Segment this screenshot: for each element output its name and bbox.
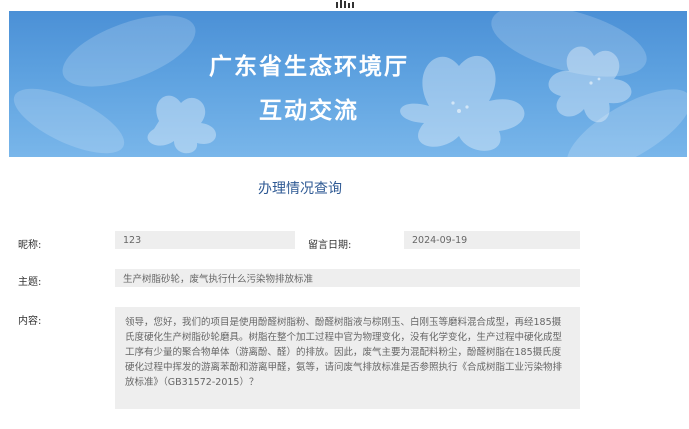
subject-label: 主题: xyxy=(18,277,42,288)
content-field: 领导，您好，我们的项目是使用酚醛树脂粉、酚醛树脂液与棕刚玉、白刚玉等磨料混合成型… xyxy=(115,307,580,409)
banner-title: 广东省生态环境厅 xyxy=(209,54,409,80)
lily-flower-icon xyxy=(13,11,687,157)
date-label: 留言日期: xyxy=(308,240,352,251)
banner-subtitle: 互动交流 xyxy=(259,98,359,124)
site-logo-icon xyxy=(336,0,354,8)
page-banner: 广东省生态环境厅 互动交流 xyxy=(9,11,687,157)
page-title: 办理情况查询 xyxy=(258,181,342,197)
subject-field: 生产树脂砂轮，废气执行什么污染物排放标准 xyxy=(115,269,580,287)
nickname-field: 123 xyxy=(115,231,295,249)
nickname-label: 昵称: xyxy=(18,240,42,251)
content-label: 内容: xyxy=(18,316,42,327)
date-field: 2024-09-19 xyxy=(404,231,580,249)
